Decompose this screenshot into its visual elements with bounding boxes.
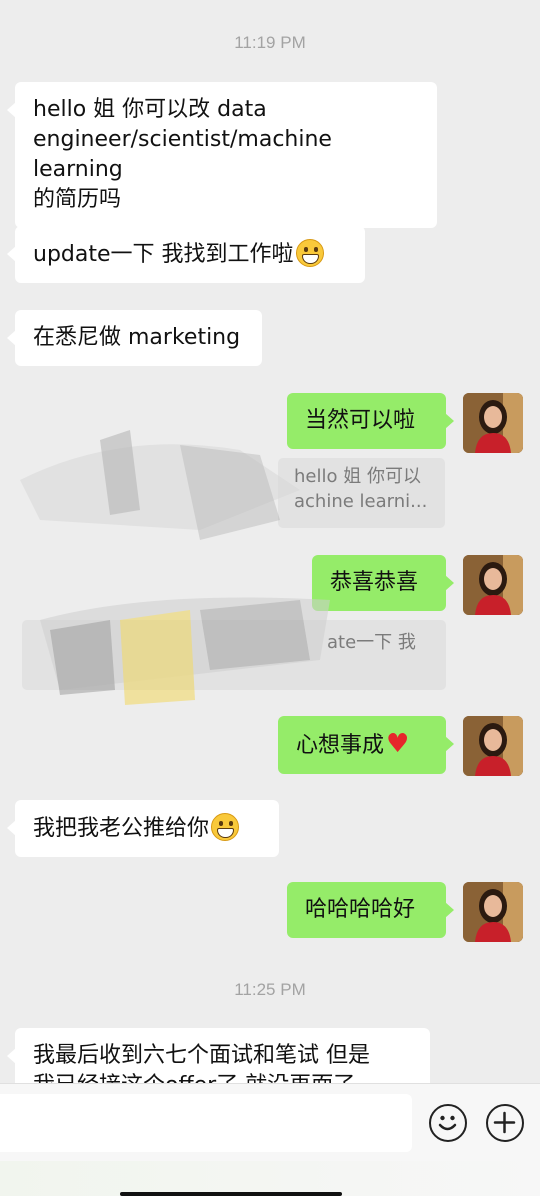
bottom-safe-area	[0, 1161, 540, 1196]
avatar[interactable]	[463, 716, 523, 776]
avatar[interactable]	[463, 882, 523, 942]
incoming-message[interactable]: 我把我老公推给你	[7, 800, 279, 857]
incoming-message[interactable]: update一下 我找到工作啦	[7, 226, 365, 283]
incoming-message[interactable]: hello 姐 你可以改 data engineer/scientist/mac…	[7, 82, 437, 228]
grinning-face-emoji	[295, 239, 324, 267]
message-text: 心想事成	[296, 733, 385, 758]
message-text: update一下 我找到工作啦	[33, 242, 294, 267]
plus-icon-glyph	[493, 1111, 516, 1134]
emoji-icon-glyph	[438, 1115, 457, 1131]
red-heart-emoji: ♥	[386, 729, 410, 759]
message-text: 当然可以啦	[305, 408, 416, 433]
message-input[interactable]	[0, 1094, 412, 1152]
avatar-image	[463, 555, 523, 615]
avatar[interactable]	[463, 393, 523, 453]
home-indicator	[120, 1192, 342, 1196]
avatar[interactable]	[463, 555, 523, 615]
quoted-text: hello 姐 你可以 achine learni...	[294, 466, 428, 512]
plus-icon[interactable]	[486, 1104, 524, 1142]
timestamp: 11:25 PM	[234, 980, 306, 999]
avatar-image	[463, 882, 523, 942]
avatar-image	[463, 393, 523, 453]
message-text: hello 姐 你可以改 data engineer/scientist/mac…	[33, 97, 332, 212]
avatar-image	[463, 716, 523, 776]
quoted-reply[interactable]: hello 姐 你可以 achine learni...	[278, 458, 445, 528]
outgoing-message[interactable]: 心想事成♥	[278, 716, 454, 774]
input-bar	[0, 1083, 540, 1161]
message-text: 哈哈哈哈好	[305, 897, 416, 922]
message-text: 在悉尼做 marketing	[33, 325, 241, 350]
timestamp: 11:19 PM	[234, 33, 306, 52]
grinning-face-emoji	[211, 813, 240, 841]
outgoing-message[interactable]: 哈哈哈哈好	[287, 882, 454, 938]
message-text: 恭喜恭喜	[330, 570, 419, 595]
quoted-text: ate一下 我	[327, 632, 416, 653]
message-text: 我把我老公推给你	[33, 816, 210, 841]
outgoing-message[interactable]: 当然可以啦	[287, 393, 454, 449]
incoming-message[interactable]: 在悉尼做 marketing	[7, 310, 262, 366]
outgoing-message[interactable]: 恭喜恭喜	[312, 555, 454, 611]
quoted-reply[interactable]: ate一下 我	[22, 620, 446, 690]
emoji-icon[interactable]	[429, 1104, 467, 1142]
